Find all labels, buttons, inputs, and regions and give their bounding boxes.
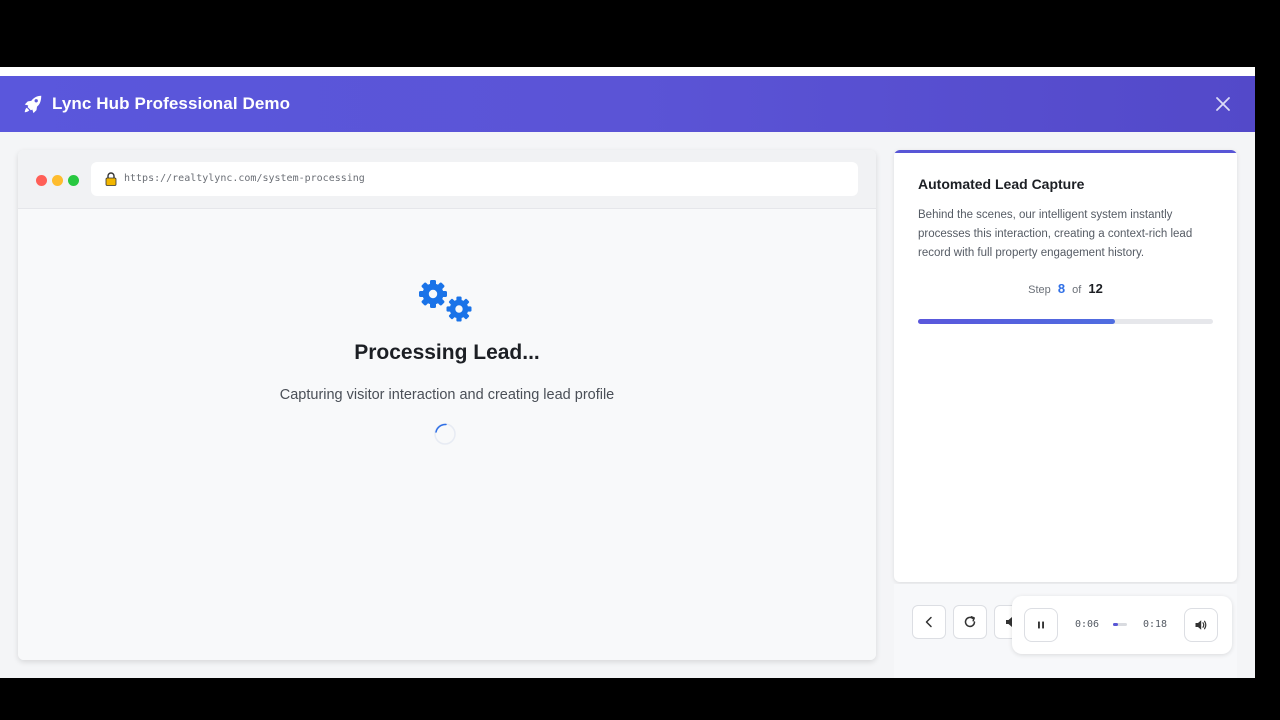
window-minimize-dot: [52, 175, 63, 186]
duration-time: 0:18: [1143, 619, 1168, 630]
step-description: Behind the scenes, our intelligent syste…: [918, 209, 1193, 259]
lock-icon: [105, 172, 117, 186]
demo-header: Lync Hub Professional Demo: [0, 76, 1255, 132]
pause-button[interactable]: [1024, 608, 1058, 642]
restart-step-button[interactable]: [953, 605, 987, 639]
close-icon[interactable]: [1213, 94, 1233, 114]
step-counter: Step 8 of 12: [894, 281, 1237, 296]
window-close-dot: [36, 175, 47, 186]
previous-step-button[interactable]: [912, 605, 946, 639]
refresh-icon: [964, 616, 976, 628]
step-label: Step: [1028, 284, 1051, 296]
processing-title: Processing Lead...: [354, 341, 540, 364]
step-of-label: of: [1072, 284, 1082, 296]
processing-subtitle: Capturing visitor interaction and creati…: [279, 387, 615, 403]
step-info-panel: Automated Lead Capture Behind the scenes…: [894, 150, 1237, 582]
step-total: 12: [1088, 281, 1103, 296]
url-text: https://realtylync.com/system-processing: [124, 173, 365, 184]
address-bar[interactable]: https://realtylync.com/system-processing: [91, 162, 858, 196]
seek-bar[interactable]: [1113, 623, 1127, 626]
demo-body: https://realtylync.com/system-processing: [0, 132, 1255, 678]
volume-button[interactable]: [1184, 608, 1218, 642]
app-window: Lync Hub Professional Demo https://realt…: [0, 67, 1255, 678]
step-progress-fill: [918, 319, 1115, 324]
chevron-left-icon: [925, 616, 932, 628]
demo-title: Lync Hub Professional Demo: [52, 94, 291, 113]
volume-icon: [1195, 620, 1207, 630]
step-title: Automated Lead Capture: [918, 176, 1085, 192]
browser-content: Processing Lead... Capturing visitor int…: [18, 209, 876, 660]
rocket-icon: [24, 95, 42, 114]
panel-accent-bar: [894, 150, 1237, 153]
step-progress-track: [918, 319, 1213, 324]
top-strip: [0, 67, 1255, 76]
gears-icon: [419, 280, 472, 322]
pause-icon: [1038, 621, 1044, 629]
loading-spinner: [434, 423, 456, 445]
browser-chrome: https://realtylync.com/system-processing: [18, 150, 876, 209]
audio-player: 0:06 0:18: [1012, 596, 1232, 654]
playback-controls: 0:06 0:18: [894, 584, 1237, 678]
current-time: 0:06: [1075, 619, 1100, 630]
step-current: 8: [1057, 281, 1066, 296]
window-maximize-dot: [68, 175, 79, 186]
seek-bar-fill: [1113, 623, 1118, 626]
browser-mockup: https://realtylync.com/system-processing: [18, 150, 876, 660]
